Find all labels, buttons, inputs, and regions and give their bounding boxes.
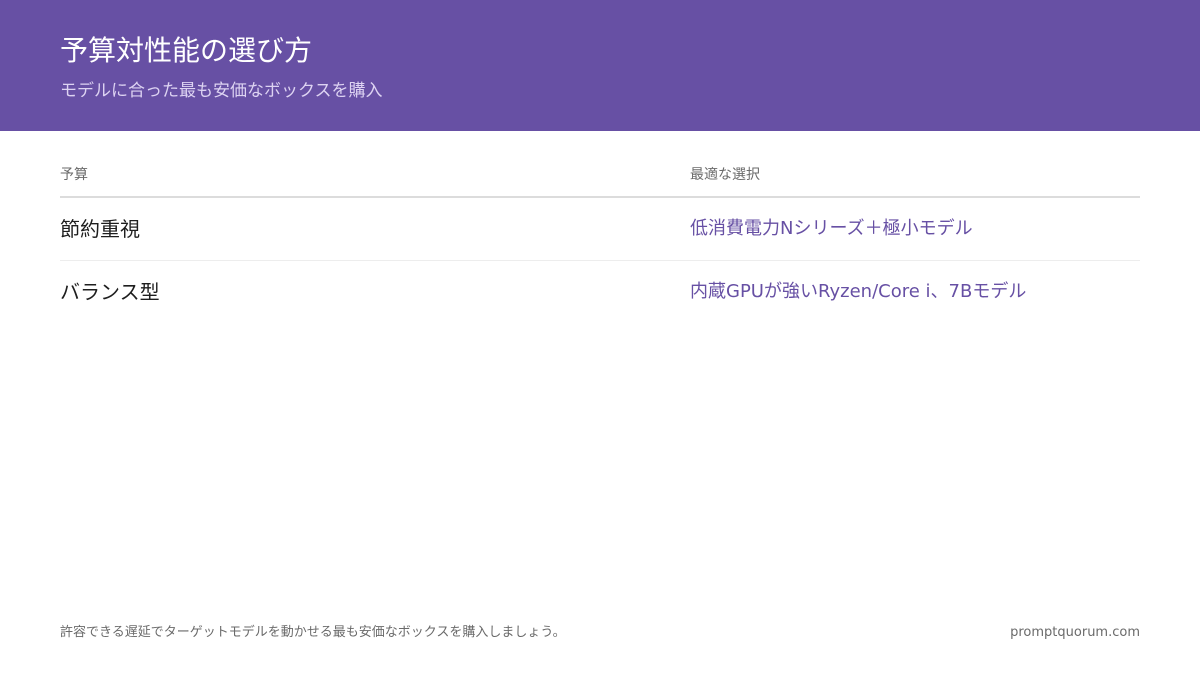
table-row: バランス型 内蔵GPUが強いRyzen/Core i、7Bモデル [60,261,1140,323]
page-subtitle: モデルに合った最も安価なボックスを購入 [60,81,383,101]
page-title: 予算対性能の選び方 [60,34,313,67]
budget-cell: バランス型 [60,280,160,304]
column-header-best-choice: 最適な選択 [690,167,760,183]
budget-cell: 節約重視 [60,217,140,241]
header-banner: 予算対性能の選び方 モデルに合った最も安価なボックスを購入 [0,0,1200,131]
footer-note: 許容できる遅延でターゲットモデルを動かせる最も安価なボックスを購入しましょう。 [60,625,566,640]
table-row: 節約重視 低消費電力Nシリーズ＋極小モデル [60,198,1140,261]
column-header-budget: 予算 [60,167,88,183]
footer-site-credit: promptquorum.com [1010,625,1140,640]
best-choice-cell: 低消費電力Nシリーズ＋極小モデル [690,218,973,239]
best-choice-cell: 内蔵GPUが強いRyzen/Core i、7Bモデル [690,281,1027,302]
table-header: 予算 最適な選択 [60,160,1140,198]
budget-table: 予算 最適な選択 節約重視 低消費電力Nシリーズ＋極小モデル バランス型 内蔵G… [60,160,1140,323]
